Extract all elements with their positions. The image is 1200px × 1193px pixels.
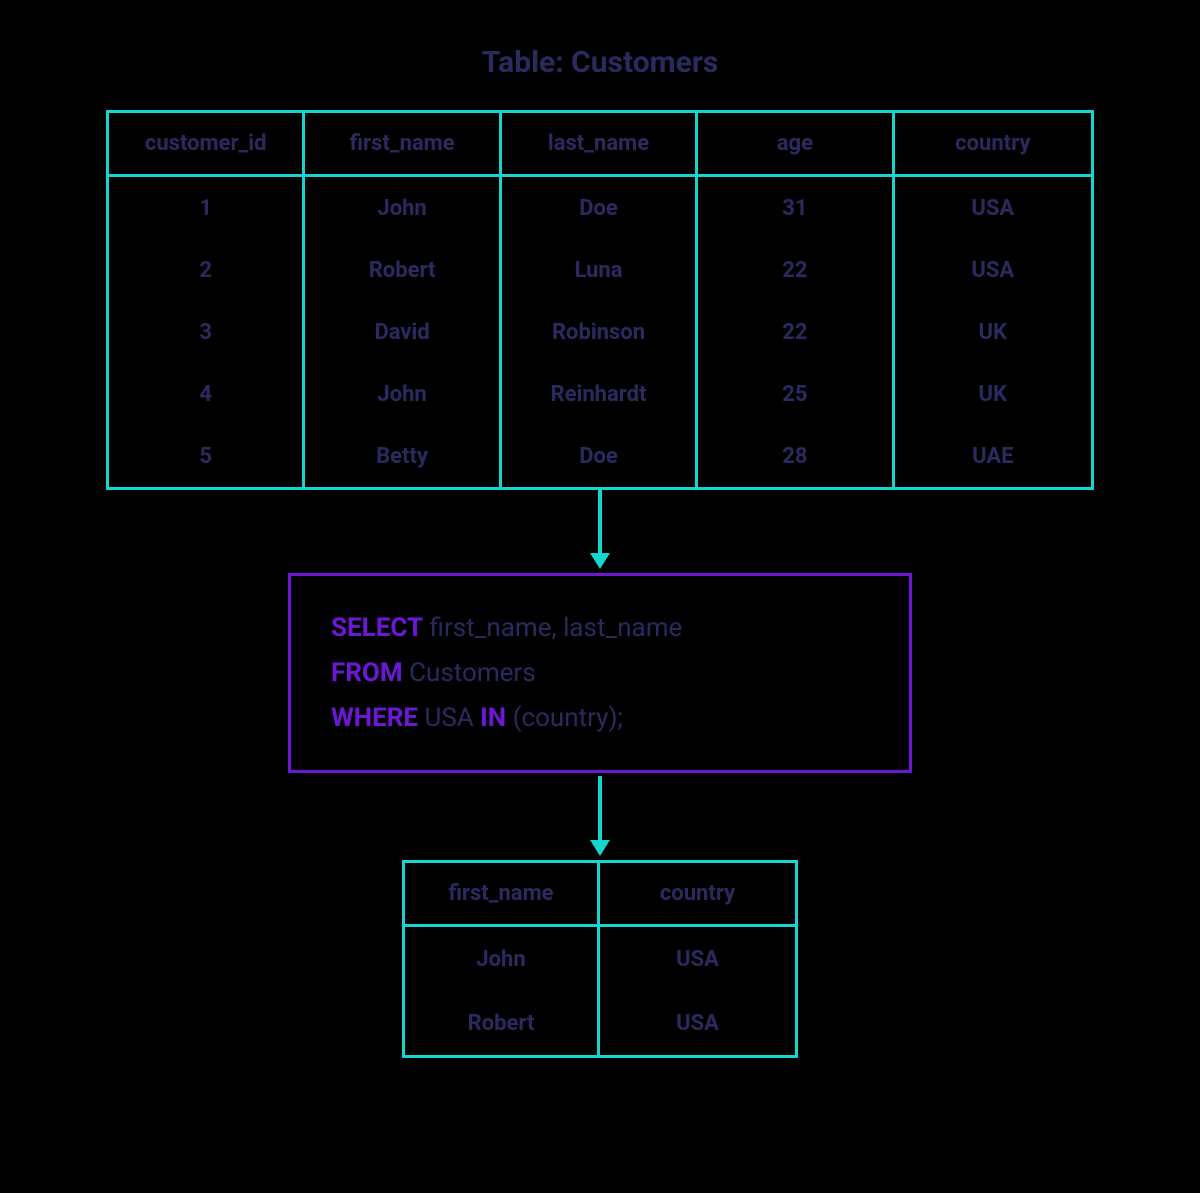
sql-text: (country); <box>506 703 623 733</box>
result-col-header-country: country <box>600 863 795 924</box>
table-cell: Robinson <box>502 301 695 363</box>
sql-line-from: FROM Customers <box>331 658 869 688</box>
sql-text: USA <box>418 703 480 733</box>
col-first-name: John Robert David John Betty <box>305 177 501 487</box>
sql-keyword-where: WHERE <box>331 703 418 733</box>
table-cell: 2 <box>109 239 302 301</box>
table-cell: 22 <box>698 301 891 363</box>
col-country: USA USA UK UK UAE <box>895 177 1091 487</box>
sql-line-where: WHERE USA IN (country); <box>331 703 869 733</box>
table-cell: 4 <box>109 363 302 425</box>
sql-keyword-from: FROM <box>331 658 403 688</box>
col-header-customer-id: customer_id <box>109 113 305 174</box>
table-cell: 22 <box>698 239 891 301</box>
sql-query-box: SELECT first_name, last_name FROM Custom… <box>288 573 912 773</box>
table-cell: Doe <box>502 425 695 487</box>
result-table-header: first_name country <box>405 863 795 927</box>
table-cell: 5 <box>109 425 302 487</box>
sql-line-select: SELECT first_name, last_name <box>331 613 869 643</box>
table-cell: John <box>405 927 597 991</box>
table-cell: 25 <box>698 363 891 425</box>
arrow-down-icon <box>597 489 603 569</box>
table-cell: 1 <box>109 177 302 239</box>
sql-text: Customers <box>403 658 536 688</box>
table-cell: USA <box>600 927 795 991</box>
sql-keyword-select: SELECT <box>331 613 423 643</box>
customers-table: customer_id first_name last_name age cou… <box>106 110 1094 490</box>
result-col-country: USA USA <box>600 927 795 1055</box>
table-cell: UK <box>895 363 1091 425</box>
col-customer-id: 1 2 3 4 5 <box>109 177 305 487</box>
table-cell: David <box>305 301 498 363</box>
table-title: Table: Customers <box>0 45 1200 80</box>
arrow-down-icon <box>597 776 603 856</box>
table-cell: John <box>305 363 498 425</box>
col-age: 31 22 22 25 28 <box>698 177 894 487</box>
table-cell: UAE <box>895 425 1091 487</box>
sql-text: first_name, last_name <box>423 613 682 643</box>
customers-table-header: customer_id first_name last_name age cou… <box>109 113 1091 177</box>
result-table: first_name country John Robert USA USA <box>402 860 798 1058</box>
col-header-country: country <box>895 113 1091 174</box>
table-cell: UK <box>895 301 1091 363</box>
customers-table-body: 1 2 3 4 5 John Robert David John Betty D… <box>109 177 1091 487</box>
result-table-body: John Robert USA USA <box>405 927 795 1055</box>
table-cell: Robert <box>305 239 498 301</box>
table-cell: John <box>305 177 498 239</box>
table-cell: USA <box>895 177 1091 239</box>
table-cell: USA <box>895 239 1091 301</box>
result-col-header-first-name: first_name <box>405 863 600 924</box>
col-header-first-name: first_name <box>305 113 501 174</box>
sql-keyword-in: IN <box>480 703 506 733</box>
table-cell: Luna <box>502 239 695 301</box>
table-cell: Reinhardt <box>502 363 695 425</box>
col-header-age: age <box>698 113 894 174</box>
table-cell: USA <box>600 991 795 1055</box>
table-cell: Doe <box>502 177 695 239</box>
table-cell: Robert <box>405 991 597 1055</box>
table-cell: 3 <box>109 301 302 363</box>
table-cell: Betty <box>305 425 498 487</box>
table-cell: 28 <box>698 425 891 487</box>
table-cell: 31 <box>698 177 891 239</box>
result-col-first-name: John Robert <box>405 927 600 1055</box>
col-header-last-name: last_name <box>502 113 698 174</box>
col-last-name: Doe Luna Robinson Reinhardt Doe <box>502 177 698 487</box>
